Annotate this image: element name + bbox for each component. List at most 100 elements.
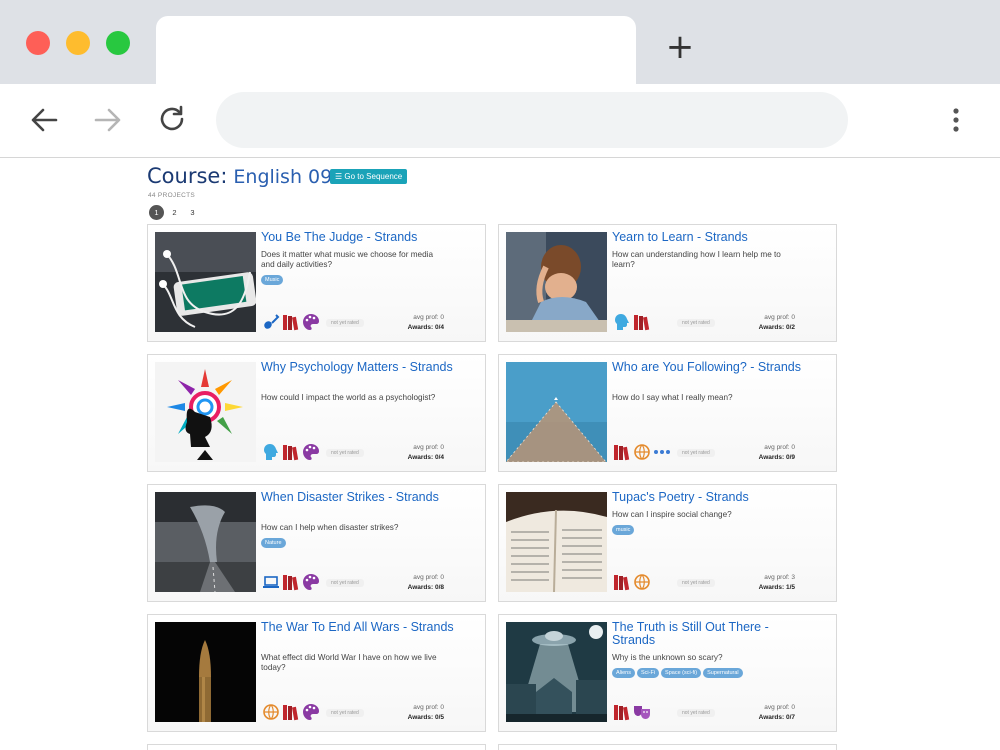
driving-question: What effect did World War I have on how …: [261, 653, 437, 672]
project-count: 44 PROJECTS: [148, 192, 196, 199]
tag-list: music: [612, 525, 635, 535]
browser-tab-strip: +: [0, 0, 1000, 86]
page-2-button[interactable]: 2: [167, 205, 182, 220]
books-icon: [283, 575, 299, 591]
project-title[interactable]: Yearn to Learn - Strands: [612, 231, 812, 244]
tag-list: Aliens Sci-Fi Space (sci-fi) Supernatura…: [612, 668, 743, 678]
awards-count: Awards: 0/4: [407, 454, 444, 461]
subject-icons: [262, 703, 320, 721]
awards-count: Awards: 0/2: [758, 324, 795, 331]
project-title[interactable]: You Be The Judge - Strands: [261, 231, 461, 244]
rating-status: not yet rated: [326, 319, 364, 327]
tag-badge[interactable]: Aliens: [612, 668, 635, 678]
more-options-icon[interactable]: [942, 102, 970, 138]
new-tab-icon[interactable]: +: [664, 30, 696, 64]
project-card-partial[interactable]: [147, 744, 486, 750]
project-card[interactable]: The Truth is Still Out There - Strands W…: [498, 614, 837, 732]
tag-badge[interactable]: Music: [261, 275, 284, 285]
maximize-window-button[interactable]: [106, 31, 130, 55]
project-title[interactable]: Tupac's Poetry - Strands: [612, 491, 812, 504]
back-arrow-icon[interactable]: [26, 102, 62, 138]
tag-badge[interactable]: music: [612, 525, 635, 535]
tag-badge[interactable]: Nature: [261, 538, 286, 548]
palette-icon: [303, 704, 319, 720]
project-thumbnail-student-thinking: [506, 232, 607, 332]
rating-status: not yet rated: [677, 709, 715, 717]
driving-question: How can I inspire social change?: [612, 510, 732, 519]
pagination: 1 2 3: [149, 205, 200, 220]
project-card-partial[interactable]: [498, 744, 837, 750]
tag-list: Nature: [261, 538, 286, 548]
project-title[interactable]: When Disaster Strikes - Strands: [261, 491, 461, 504]
theater-masks-icon: [634, 706, 650, 719]
project-card[interactable]: Yearn to Learn - Strands How can underst…: [498, 224, 837, 342]
books-icon: [614, 445, 630, 461]
laptop-icon: [263, 576, 279, 588]
tag-badge[interactable]: Space (sci-fi): [661, 668, 702, 678]
avg-proficiency: avg prof: 3: [764, 574, 795, 581]
driving-question: How can understanding how I learn help m…: [612, 250, 781, 269]
go-to-sequence-button[interactable]: ☰ Go to Sequence: [330, 169, 408, 184]
awards-count: Awards: 1/5: [758, 584, 795, 591]
project-card[interactable]: Who are You Following? - Strands How do …: [498, 354, 837, 472]
project-thumbnail-ufo: [506, 622, 607, 722]
project-card[interactable]: The War To End All Wars - Strands What e…: [147, 614, 486, 732]
tag-badge[interactable]: Sci-Fi: [636, 668, 660, 678]
project-thumbnail-phone-earbuds: [155, 232, 256, 332]
books-icon: [283, 315, 299, 331]
project-title[interactable]: Who are You Following? - Strands: [612, 361, 812, 374]
globe-icon: [263, 704, 279, 720]
palette-icon: [303, 314, 319, 330]
avg-proficiency: avg prof: 0: [764, 444, 795, 451]
avg-proficiency: avg prof: 0: [413, 704, 444, 711]
project-title[interactable]: The War To End All Wars - Strands: [261, 621, 461, 634]
rating-status: not yet rated: [677, 319, 715, 327]
books-icon: [283, 705, 299, 721]
books-icon: [634, 315, 650, 331]
project-title[interactable]: The Truth is Still Out There - Strands: [612, 621, 812, 647]
subject-icons: [262, 573, 320, 591]
subject-icons: [613, 573, 651, 591]
forward-arrow-icon[interactable]: [90, 102, 126, 138]
project-card[interactable]: Why Psychology Matters - Strands How cou…: [147, 354, 486, 472]
driving-question: Why is the unknown so scary?: [612, 653, 723, 662]
page-1-button[interactable]: 1: [149, 205, 164, 220]
subject-icons: [262, 313, 320, 331]
reload-icon[interactable]: [154, 102, 190, 138]
awards-count: Awards: 0/5: [407, 714, 444, 721]
page-title: Course: English 09: [147, 164, 332, 188]
palette-icon: [303, 574, 319, 590]
project-thumbnail-bullet: [155, 622, 256, 722]
browser-tab[interactable]: [156, 16, 636, 86]
subject-icons: [613, 703, 651, 721]
driving-question: How could I impact the world as a psycho…: [261, 393, 436, 402]
project-card[interactable]: You Be The Judge - Strands Does it matte…: [147, 224, 486, 342]
books-icon: [614, 575, 630, 591]
awards-count: Awards: 0/4: [407, 324, 444, 331]
subject-icons: [613, 313, 651, 331]
avg-proficiency: avg prof: 0: [413, 574, 444, 581]
page-3-button[interactable]: 3: [185, 205, 200, 220]
project-thumbnail-psychology-head: [155, 362, 256, 462]
project-title[interactable]: Why Psychology Matters - Strands: [261, 361, 461, 374]
globe-icon: [634, 574, 650, 590]
course-name: English 09: [233, 166, 333, 188]
head-icon: [264, 444, 278, 460]
driving-question: Does it matter what music we choose for …: [261, 250, 434, 269]
tag-list: Music: [261, 275, 284, 285]
avg-proficiency: avg prof: 0: [413, 314, 444, 321]
avg-proficiency: avg prof: 0: [764, 314, 795, 321]
rating-status: not yet rated: [326, 709, 364, 717]
close-window-button[interactable]: [26, 31, 50, 55]
browser-toolbar: [0, 84, 1000, 158]
awards-count: Awards: 0/7: [758, 714, 795, 721]
course-label: Course:: [147, 164, 228, 188]
minimize-window-button[interactable]: [66, 31, 90, 55]
project-card[interactable]: When Disaster Strikes - Strands How can …: [147, 484, 486, 602]
rating-status: not yet rated: [677, 579, 715, 587]
driving-question: How can I help when disaster strikes?: [261, 523, 399, 532]
project-card[interactable]: Tupac's Poetry - Strands How can I inspi…: [498, 484, 837, 602]
more-icon: [654, 450, 670, 454]
tag-badge[interactable]: Supernatural: [703, 668, 743, 678]
address-bar[interactable]: [216, 92, 848, 148]
